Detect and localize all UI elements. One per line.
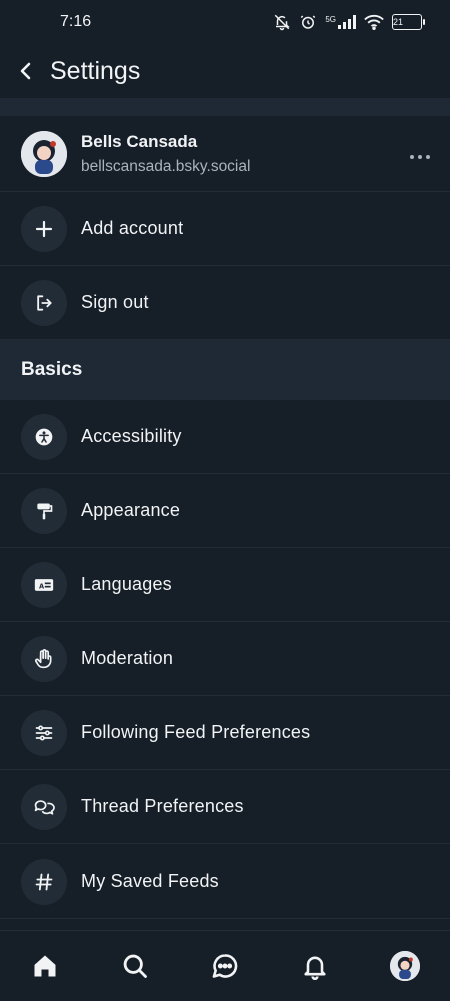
wifi-icon <box>364 14 384 30</box>
status-icons: 5G 21 <box>273 13 425 31</box>
sign-out-row[interactable]: Sign out <box>0 266 450 340</box>
svg-text:A: A <box>39 582 45 590</box>
settings-item-label: Following Feed Preferences <box>81 722 311 742</box>
avatar <box>21 130 67 177</box>
header: Settings <box>0 44 450 98</box>
settings-item-my-saved-feeds[interactable]: My Saved Feeds <box>0 845 450 919</box>
plus-icon <box>21 205 67 252</box>
settings-item-following-feed-preferences[interactable]: Following Feed Preferences <box>0 696 450 770</box>
tab-profile[interactable] <box>383 944 427 988</box>
settings-item-label: My Saved Feeds <box>81 871 219 891</box>
add-account-label: Add account <box>81 218 184 238</box>
paint-roller-icon <box>21 487 67 534</box>
muted-bell-icon <box>273 13 291 31</box>
settings-item-label: Accessibility <box>81 426 182 446</box>
tab-search[interactable] <box>113 944 157 988</box>
settings-item-appearance[interactable]: Appearance <box>0 474 450 548</box>
settings-item-languages[interactable]: A Languages <box>0 548 450 622</box>
basics-section-header: Basics <box>0 340 450 400</box>
network-type: 5G <box>325 15 336 24</box>
profile-avatar <box>390 951 420 981</box>
account-row[interactable]: Bells Cansada bellscansada.bsky.social <box>0 116 450 192</box>
search-icon <box>123 954 147 978</box>
chevron-left-icon <box>20 62 31 80</box>
status-time: 7:16 <box>60 13 92 30</box>
settings-item-accessibility[interactable]: Accessibility <box>0 400 450 474</box>
tab-notifications[interactable] <box>293 944 337 988</box>
add-account-row[interactable]: Add account <box>0 192 450 266</box>
home-icon <box>34 955 56 977</box>
more-options-button[interactable] <box>408 149 432 159</box>
hand-icon <box>21 635 67 682</box>
ellipsis-icon <box>410 154 430 159</box>
tab-home[interactable] <box>23 944 67 988</box>
bell-icon <box>304 956 326 980</box>
settings-item-label: Thread Preferences <box>81 796 244 816</box>
language-card-icon: A <box>21 561 67 608</box>
page-title: Settings <box>50 56 141 85</box>
account-handle: bellscansada.bsky.social <box>81 157 251 175</box>
signal-icon: 5G <box>325 15 356 29</box>
chat-icon <box>212 954 238 978</box>
settings-item-moderation[interactable]: Moderation <box>0 622 450 696</box>
settings-item-label: Moderation <box>81 648 174 668</box>
chat-bubbles-icon <box>21 783 67 830</box>
accessibility-icon <box>21 413 67 460</box>
battery-icon: 21 <box>392 14 425 30</box>
sign-out-label: Sign out <box>81 292 149 312</box>
settings-item-thread-preferences[interactable]: Thread Preferences <box>0 770 450 844</box>
settings-item-label: Languages <box>81 574 172 594</box>
account-name: Bells Cansada <box>81 131 198 151</box>
hash-icon <box>21 858 67 905</box>
back-button[interactable] <box>14 59 38 83</box>
section-divider <box>0 98 450 116</box>
bottom-tab-bar <box>0 930 450 1001</box>
status-bar: 7:16 5G 21 <box>0 0 450 44</box>
sliders-icon <box>21 709 67 756</box>
settings-item-label: Appearance <box>81 500 181 520</box>
sign-out-icon <box>21 279 67 326</box>
tab-chat[interactable] <box>203 944 247 988</box>
alarm-icon <box>299 13 317 31</box>
